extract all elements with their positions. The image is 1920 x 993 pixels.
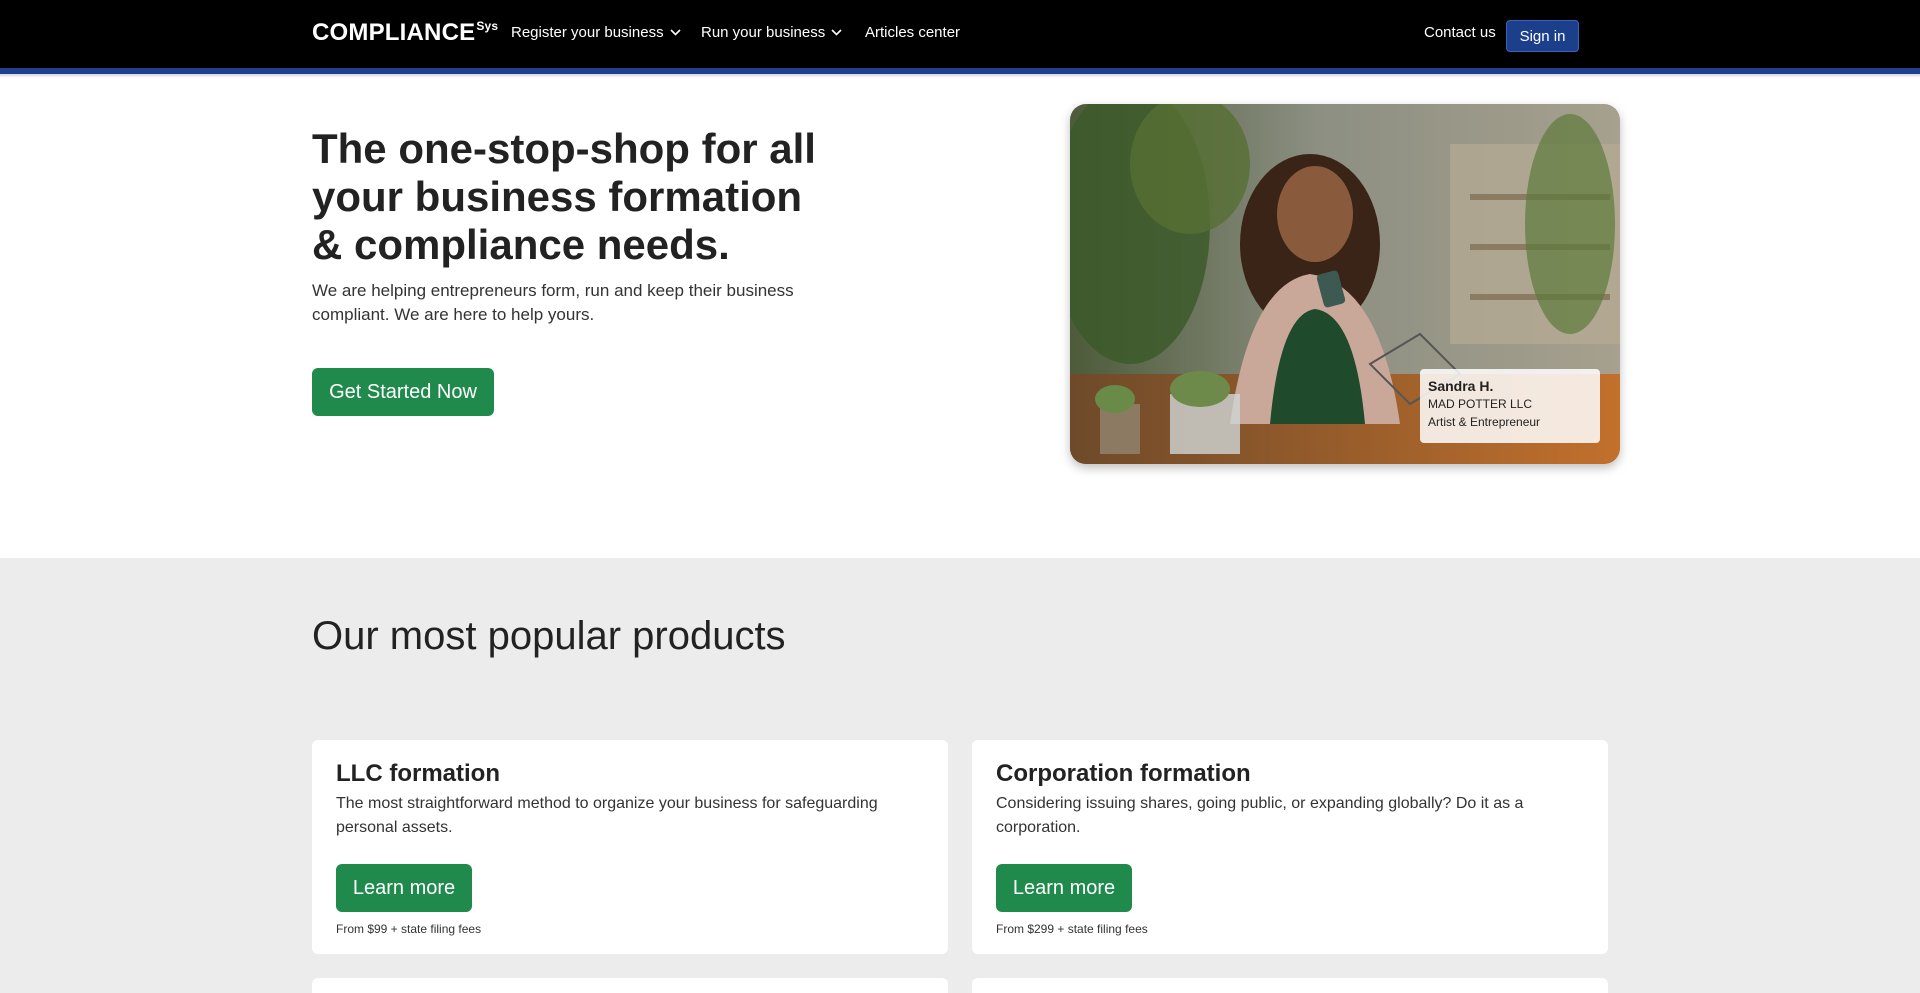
get-started-button[interactable]: Get Started Now	[312, 368, 494, 416]
testimonial-name: Sandra H.	[1428, 378, 1494, 394]
product-card-corporation: Corporation formation Considering issuin…	[972, 740, 1608, 954]
contact-us-link[interactable]: Contact us	[1424, 24, 1496, 41]
product-card-partial	[312, 978, 948, 993]
testimonial-company: MAD POTTER LLC	[1428, 397, 1533, 411]
product-card-description: The most straightforward method to organ…	[336, 795, 878, 836]
hero-subtitle: We are helping entrepreneurs form, run a…	[312, 281, 794, 324]
sign-in-button[interactable]: Sign in	[1506, 20, 1579, 52]
product-card-price: From $99 + state filing fees	[336, 922, 482, 936]
chevron-down-icon	[831, 29, 842, 36]
product-card-title: Corporation formation	[996, 760, 1251, 787]
product-card-description: Considering issuing shares, going public…	[996, 795, 1524, 836]
products-section-title: Our most popular products	[312, 614, 786, 658]
product-card-llc: LLC formation The most straightforward m…	[312, 740, 948, 954]
top-navbar: COMPLIANCESys Register your business Run…	[0, 0, 1920, 68]
nav-run-label: Run your business	[701, 24, 826, 41]
product-card-price: From $299 + state filing fees	[996, 922, 1148, 936]
llc-learn-more-button[interactable]: Learn more	[336, 864, 472, 912]
testimonial-role: Artist & Entrepreneur	[1428, 415, 1541, 429]
chevron-down-icon	[670, 29, 681, 36]
product-card-partial	[972, 978, 1608, 993]
navbar-shadow	[0, 74, 1920, 78]
nav-articles-link[interactable]: Articles center	[865, 24, 960, 41]
nav-run-dropdown[interactable]: Run your business	[701, 24, 842, 41]
hero-title: The one-stop-shop for all your business …	[312, 125, 816, 268]
nav-register-label: Register your business	[511, 24, 664, 41]
products-section	[0, 558, 1920, 993]
corporation-learn-more-button[interactable]: Learn more	[996, 864, 1132, 912]
nav-register-dropdown[interactable]: Register your business	[511, 24, 681, 41]
brand-name: COMPLIANCE	[312, 19, 476, 46]
brand-superscript: Sys	[476, 19, 499, 33]
testimonial-caption: Sandra H. MAD POTTER LLC Artist & Entrep…	[1420, 369, 1600, 443]
brand-logo[interactable]: COMPLIANCESys	[312, 19, 498, 47]
product-card-title: LLC formation	[336, 760, 500, 787]
